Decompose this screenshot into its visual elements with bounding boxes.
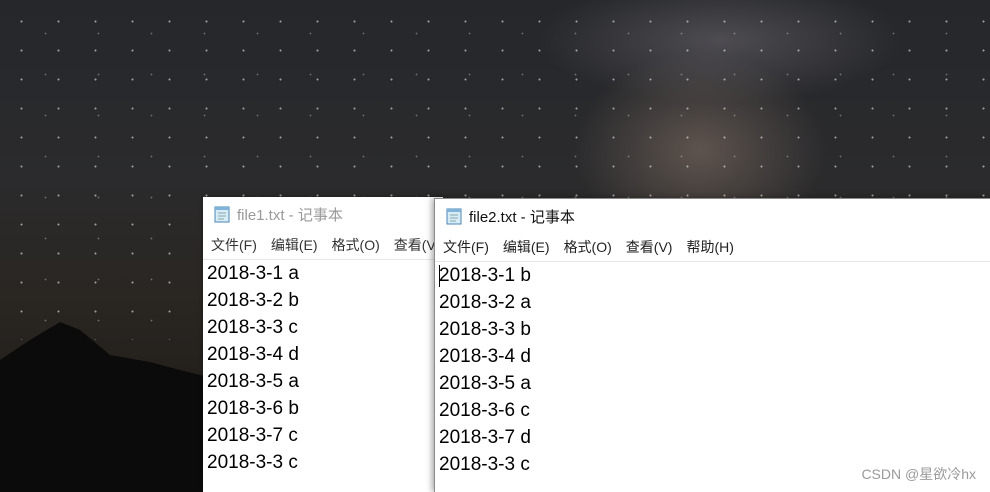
menu-format[interactable]: 格式(O) [324, 235, 386, 255]
menu-format[interactable]: 格式(O) [556, 237, 618, 257]
text-line: 2018-3-5 a [439, 373, 531, 394]
watermark: CSDN @星欲冷hx [861, 466, 976, 482]
notepad-icon [214, 206, 230, 223]
menu-help[interactable]: 帮助(H) [678, 237, 739, 257]
text-line: 2018-3-3 c [207, 452, 298, 473]
text-line: 2018-3-2 b [207, 290, 299, 311]
text-line: 2018-3-3 b [439, 319, 531, 340]
notepad-icon [446, 208, 462, 225]
text-line: 2018-3-1 b [439, 265, 531, 286]
text-editor[interactable]: 2018-3-1 a 2018-3-2 b 2018-3-3 c 2018-3-… [203, 259, 443, 492]
text-line: 2018-3-7 d [439, 427, 531, 448]
text-line: 2018-3-3 c [439, 454, 530, 475]
menu-edit[interactable]: 编辑(E) [495, 237, 556, 257]
window-title: file1.txt - 记事本 [237, 206, 343, 224]
menu-bar: 文件(F) 编辑(E) 格式(O) 查看(V) [203, 233, 443, 257]
text-line: 2018-3-7 c [207, 425, 298, 446]
text-line: 2018-3-3 c [207, 317, 298, 338]
notepad-window-file2[interactable]: file2.txt - 记事本 文件(F) 编辑(E) 格式(O) 查看(V) … [434, 198, 990, 492]
text-line: 2018-3-4 d [439, 346, 531, 367]
text-editor[interactable]: 2018-3-1 b 2018-3-2 a 2018-3-3 b 2018-3-… [435, 261, 990, 492]
text-line: 2018-3-6 c [439, 400, 530, 421]
window-title: file2.txt - 记事本 [469, 208, 575, 226]
menu-file[interactable]: 文件(F) [203, 235, 263, 255]
text-line: 2018-3-1 a [207, 263, 299, 284]
text-line: 2018-3-5 a [207, 371, 299, 392]
menu-edit[interactable]: 编辑(E) [263, 235, 324, 255]
wallpaper-mountain [0, 322, 220, 492]
text-line: 2018-3-4 d [207, 344, 299, 365]
menu-view[interactable]: 查看(V) [618, 237, 679, 257]
title-bar[interactable]: file2.txt - 记事本 [435, 199, 990, 233]
menu-file[interactable]: 文件(F) [435, 237, 495, 257]
text-line: 2018-3-6 b [207, 398, 299, 419]
menu-bar: 文件(F) 编辑(E) 格式(O) 查看(V) 帮助(H) [435, 235, 990, 259]
notepad-window-file1[interactable]: file1.txt - 记事本 文件(F) 编辑(E) 格式(O) 查看(V) … [203, 197, 443, 492]
text-line: 2018-3-2 a [439, 292, 531, 313]
title-bar[interactable]: file1.txt - 记事本 [203, 197, 443, 231]
